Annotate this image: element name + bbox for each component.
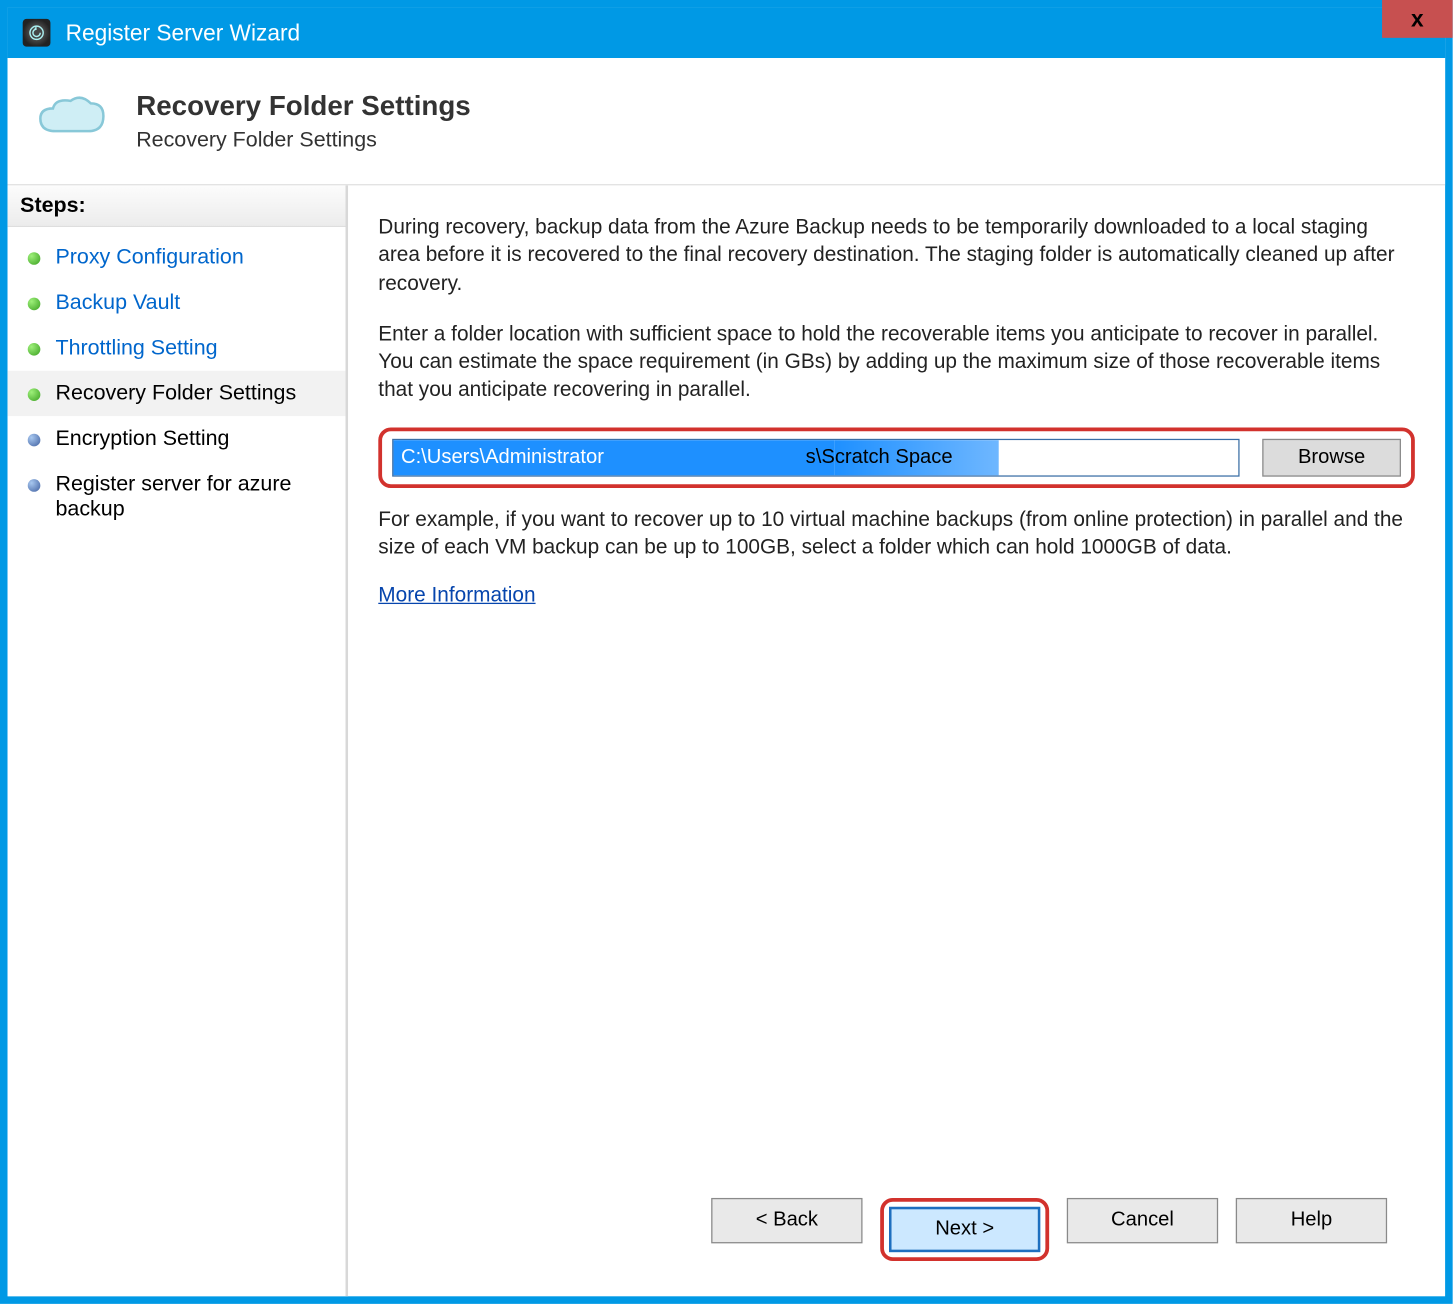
intro-paragraph-1: During recovery, backup data from the Az… bbox=[378, 213, 1415, 297]
next-button-highlight: Next > bbox=[880, 1198, 1049, 1261]
step-backup-vault[interactable]: Backup Vault bbox=[8, 280, 346, 325]
example-paragraph: For example, if you want to recover up t… bbox=[378, 505, 1415, 561]
help-button[interactable]: Help bbox=[1236, 1198, 1387, 1243]
cancel-button[interactable]: Cancel bbox=[1067, 1198, 1218, 1243]
back-button[interactable]: < Back bbox=[711, 1198, 862, 1243]
wizard-footer: < Back Next > Cancel Help bbox=[378, 1185, 1415, 1281]
step-label: Proxy Configuration bbox=[55, 245, 243, 270]
titlebar: Register Server Wizard x bbox=[8, 8, 1446, 58]
app-icon bbox=[23, 19, 51, 47]
step-proxy-configuration[interactable]: Proxy Configuration bbox=[8, 235, 346, 280]
bullet-icon bbox=[28, 388, 41, 401]
step-label: Recovery Folder Settings bbox=[55, 381, 296, 406]
bullet-icon bbox=[28, 343, 41, 356]
more-information-link[interactable]: More Information bbox=[378, 584, 1415, 608]
bullet-icon bbox=[28, 479, 41, 492]
step-register-server: Register server for azure backup bbox=[8, 462, 346, 533]
steps-title: Steps: bbox=[8, 185, 346, 227]
wizard-window: Register Server Wizard x Recovery Folder… bbox=[0, 0, 1453, 1304]
next-button[interactable]: Next > bbox=[889, 1207, 1040, 1252]
bullet-icon bbox=[28, 434, 41, 447]
step-label: Register server for azure backup bbox=[55, 472, 307, 522]
page-subheading: Recovery Folder Settings bbox=[136, 127, 471, 152]
step-throttling-setting[interactable]: Throttling Setting bbox=[8, 325, 346, 370]
main-panel: During recovery, backup data from the Az… bbox=[348, 185, 1445, 1296]
folder-path-input[interactable]: C:\Users\Administrator s\Scratch Space bbox=[392, 438, 1239, 476]
browse-button[interactable]: Browse bbox=[1262, 438, 1401, 476]
folder-input-row: C:\Users\Administrator s\Scratch Space Br… bbox=[378, 427, 1415, 488]
steps-sidebar: Steps: Proxy Configuration Backup Vault … bbox=[8, 185, 348, 1296]
bullet-icon bbox=[28, 252, 41, 265]
step-recovery-folder-settings: Recovery Folder Settings bbox=[8, 371, 346, 416]
folder-path-text-right: s\Scratch Space bbox=[806, 446, 953, 467]
intro-paragraph-2: Enter a folder location with sufficient … bbox=[378, 320, 1415, 404]
close-button[interactable]: x bbox=[1382, 0, 1453, 38]
cloud-icon bbox=[30, 93, 111, 150]
wizard-header: Recovery Folder Settings Recovery Folder… bbox=[8, 58, 1446, 184]
folder-path-text-left: C:\Users\Administrator bbox=[401, 446, 604, 467]
page-heading: Recovery Folder Settings bbox=[136, 90, 471, 123]
step-encryption-setting: Encryption Setting bbox=[8, 416, 346, 461]
step-label: Encryption Setting bbox=[55, 426, 229, 451]
bullet-icon bbox=[28, 298, 41, 311]
step-label: Backup Vault bbox=[55, 290, 180, 315]
window-title: Register Server Wizard bbox=[66, 20, 301, 46]
step-label: Throttling Setting bbox=[55, 335, 217, 360]
close-icon: x bbox=[1411, 6, 1424, 32]
